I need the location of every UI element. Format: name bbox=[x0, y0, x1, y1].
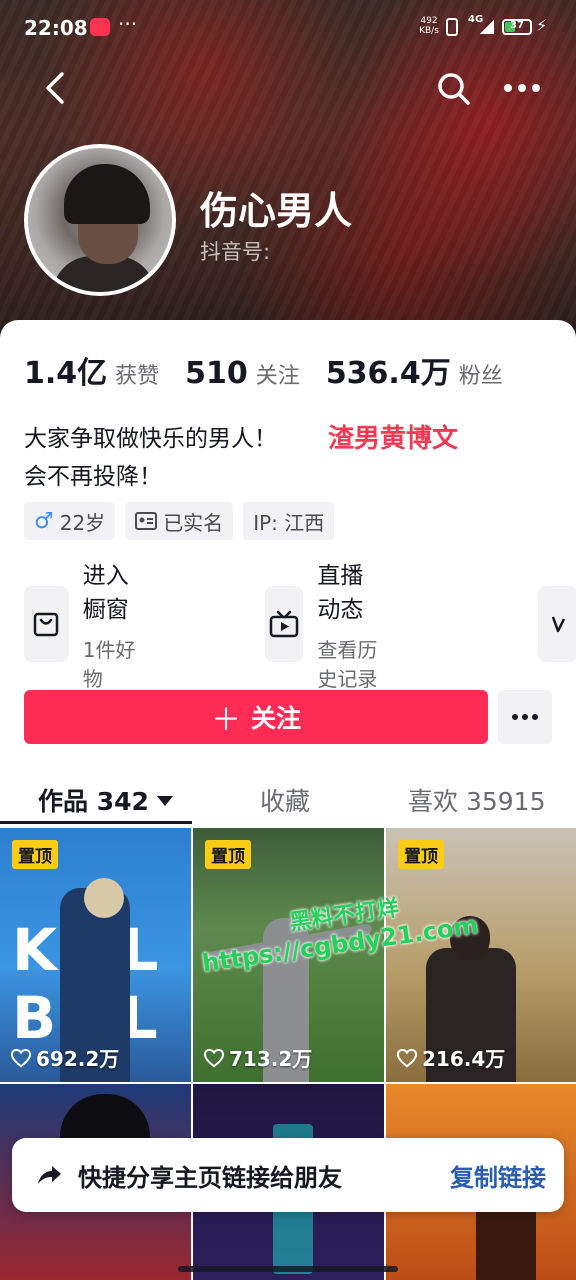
video-thumbnail[interactable]: 置顶 216.4万 bbox=[386, 828, 576, 1082]
video-figure-hat bbox=[60, 1094, 150, 1144]
live-icon-box bbox=[265, 586, 304, 662]
more-dots-icon bbox=[512, 714, 538, 720]
network-speed-value: 492 bbox=[420, 16, 438, 26]
tab-favorites[interactable]: 收藏 bbox=[260, 782, 310, 818]
follow-button-label: 关注 bbox=[250, 704, 301, 733]
douyin-id-label[interactable]: 抖音号: bbox=[200, 236, 270, 266]
copy-link-button[interactable]: 复制链接 bbox=[450, 1158, 546, 1193]
tab-likes[interactable]: 喜欢 35915 bbox=[408, 782, 545, 818]
age-tag: ♂ 22岁 bbox=[24, 502, 116, 540]
bio-line-1: 大家争取做快乐的男人！ bbox=[24, 426, 277, 452]
tab-works[interactable]: 作品 342 bbox=[38, 782, 173, 818]
verified-tag: 已实名 bbox=[125, 502, 234, 540]
likes-count[interactable]: 1.4亿 bbox=[24, 348, 107, 392]
battery-icon: 37 bbox=[502, 19, 532, 35]
male-icon: ♂ bbox=[34, 508, 54, 534]
back-button[interactable] bbox=[36, 66, 76, 110]
pinned-badge: 置顶 bbox=[205, 840, 251, 869]
video-likes: 692.2万 bbox=[10, 1043, 119, 1072]
live-entry-title: 直播动态 bbox=[317, 563, 364, 623]
video-likes-count: 216.4万 bbox=[422, 1047, 506, 1071]
video-figure-head bbox=[84, 878, 124, 918]
live-history-entry[interactable]: 直播动态 查看历史记录 bbox=[265, 563, 378, 691]
pinned-badge: 置顶 bbox=[12, 840, 58, 869]
avatar[interactable] bbox=[24, 144, 176, 296]
status-bar: 22:08 ··· 492 KB/s 4G 37 ⚡ bbox=[0, 0, 576, 56]
verified-text: 已实名 bbox=[163, 510, 224, 535]
tv-icon bbox=[269, 610, 299, 638]
video-thumbnail[interactable]: KILL BILL 置顶 692.2万 bbox=[0, 828, 191, 1082]
shopping-bag-icon bbox=[34, 612, 59, 637]
profile-nickname: 伤心男人 bbox=[200, 189, 353, 233]
video-likes: 713.2万 bbox=[203, 1043, 312, 1072]
status-time: 22:08 bbox=[24, 16, 88, 40]
heart-icon bbox=[10, 1048, 32, 1067]
followers-label: 粉丝 bbox=[458, 364, 503, 389]
home-indicator[interactable] bbox=[178, 1266, 398, 1272]
shop-entry-subtitle: 1件好物 bbox=[82, 638, 136, 691]
shop-entry-title: 进入橱窗 bbox=[82, 563, 129, 623]
search-button[interactable] bbox=[434, 66, 474, 110]
follow-button[interactable]: ＋ 关注 bbox=[24, 690, 488, 744]
following-label: 关注 bbox=[255, 364, 300, 389]
shop-window-entry[interactable]: 进入橱窗 1件好物 bbox=[24, 563, 137, 691]
content-tabs: 作品 342 收藏 喜欢 35915 bbox=[0, 774, 576, 824]
profile-stats: 1.4亿 获赞 510 关注 536.4万 粉丝 bbox=[24, 348, 529, 391]
share-message: 快捷分享主页链接给朋友 bbox=[78, 1163, 342, 1192]
notification-app-icon bbox=[90, 18, 110, 36]
more-entry-icon-box bbox=[538, 586, 576, 662]
search-icon bbox=[438, 73, 470, 105]
back-arrow-icon bbox=[46, 72, 64, 104]
vibrate-icon bbox=[446, 18, 458, 36]
heart-icon bbox=[396, 1048, 418, 1067]
followers-count[interactable]: 536.4万 bbox=[326, 348, 451, 392]
profile-tags: ♂ 22岁 已实名 IP: 江西 bbox=[24, 502, 335, 540]
dropdown-caret-icon bbox=[156, 796, 173, 806]
id-card-icon bbox=[135, 512, 158, 530]
battery-level: 37 bbox=[510, 20, 524, 31]
age-text: 22岁 bbox=[59, 510, 106, 535]
likes-label: 获赞 bbox=[115, 364, 160, 389]
share-bar: 快捷分享主页链接给朋友 复制链接 bbox=[12, 1138, 564, 1212]
avatar-hair bbox=[64, 164, 150, 224]
heart-icon bbox=[203, 1048, 225, 1067]
share-arrow-icon bbox=[38, 1166, 61, 1184]
video-likes: 216.4万 bbox=[396, 1043, 505, 1072]
network-speed: 492 KB/s bbox=[416, 16, 442, 36]
bio-line-2: 会不再投降！ bbox=[24, 464, 162, 490]
following-count[interactable]: 510 bbox=[185, 356, 248, 391]
live-entry-subtitle: 查看历史记录 bbox=[317, 638, 378, 691]
bio-overlay-text: 渣男黄博文 bbox=[328, 424, 459, 454]
follow-more-button[interactable] bbox=[498, 690, 552, 744]
signal-bars-icon bbox=[480, 20, 494, 34]
more-notifications-icon: ··· bbox=[118, 12, 138, 36]
network-speed-unit: KB/s bbox=[419, 26, 439, 36]
active-tab-indicator bbox=[0, 821, 192, 824]
video-likes-count: 692.2万 bbox=[36, 1047, 120, 1071]
video-likes-count: 713.2万 bbox=[229, 1047, 313, 1071]
partial-entry-icon bbox=[551, 616, 566, 633]
plus-icon: ＋ bbox=[210, 703, 241, 738]
profile-bio: 大家争取做快乐的男人！ 会不再投降！ bbox=[24, 420, 277, 496]
pinned-badge: 置顶 bbox=[398, 840, 444, 869]
shop-icon-box bbox=[24, 586, 69, 662]
ip-tag: IP: 江西 bbox=[243, 502, 335, 540]
more-dots-icon bbox=[504, 84, 540, 92]
ip-text: IP: 江西 bbox=[253, 510, 325, 535]
more-entry[interactable] bbox=[538, 586, 576, 662]
charging-icon: ⚡ bbox=[536, 16, 548, 35]
tab-works-label: 作品 342 bbox=[38, 787, 149, 816]
more-options-button[interactable] bbox=[500, 66, 544, 110]
